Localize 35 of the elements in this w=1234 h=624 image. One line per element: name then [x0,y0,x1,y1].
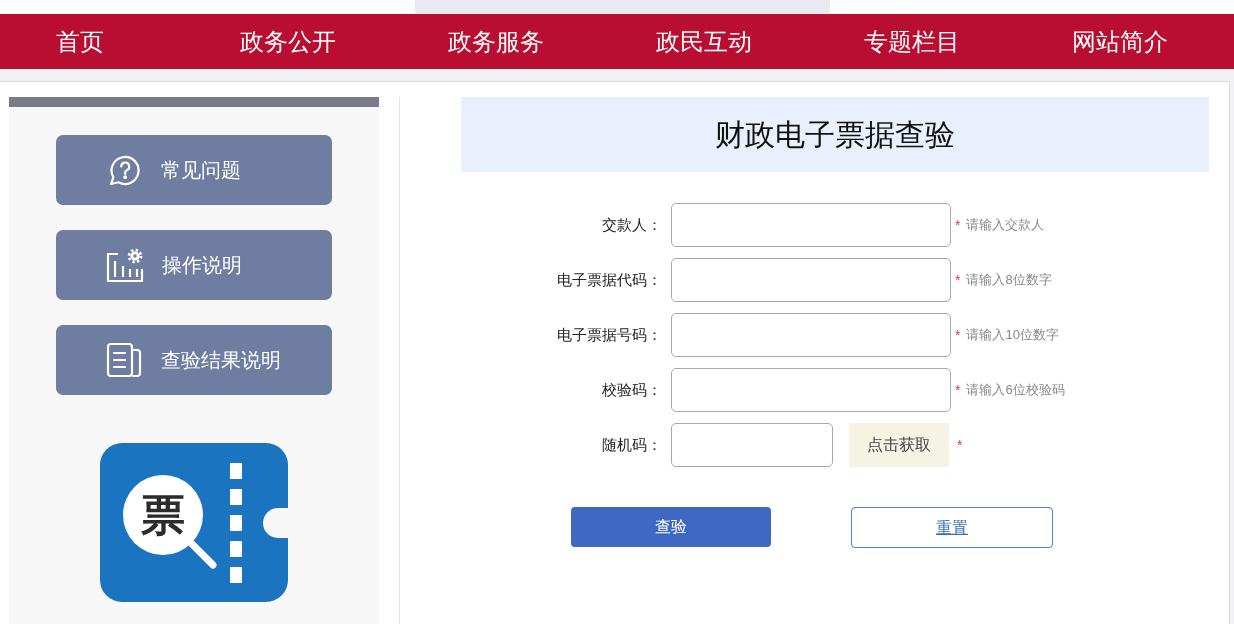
hint-text: 请输入8位数字 [966,272,1052,288]
nav-link[interactable]: 专题栏目 [864,27,960,56]
hint-text: 请输入10位数字 [966,327,1059,343]
sidebar-button[interactable]: 查验结果说明 [56,325,332,395]
field-label: 交款人： [601,215,662,235]
sidebar-button[interactable]: 常见问题 [56,135,332,205]
nav-link[interactable]: 首页 [56,27,104,56]
verify-button[interactable]: 查验 [571,507,771,547]
sidebar-button[interactable]: 操作说明 [56,230,332,300]
required-mark: * [955,327,961,343]
field-label: 电子票据代码： [556,270,662,290]
chart-gear-icon [106,247,144,283]
required-mark: * [957,437,963,453]
captcha-button[interactable]: 点击获取 [849,423,949,467]
reset-button[interactable]: 重置 [851,507,1053,548]
nav-link[interactable]: 政民互动 [656,27,752,56]
field-label: 随机码： [601,435,662,455]
captcha-input-field[interactable] [671,423,833,467]
text-input-field[interactable] [671,258,951,302]
page-title: 财政电子票据查验 [461,97,1209,172]
text-input-field[interactable] [671,368,951,412]
required-mark: * [955,217,961,233]
required-mark: * [955,272,961,288]
text-input-field[interactable] [671,203,951,247]
field-label: 校验码： [601,380,662,400]
text-input-field[interactable] [671,313,951,357]
hint-text: 请输入交款人 [966,217,1045,233]
nav-link[interactable]: 网站简介 [1072,27,1168,56]
document-icon [106,342,143,378]
hint-text: 请输入6位校验码 [966,382,1065,398]
nav-link[interactable]: 政务服务 [448,27,544,56]
logo-text: 票 [141,492,185,538]
field-label: 电子票据号码： [556,325,662,345]
nav-link[interactable]: 政务公开 [240,27,336,56]
required-mark: * [955,382,961,398]
